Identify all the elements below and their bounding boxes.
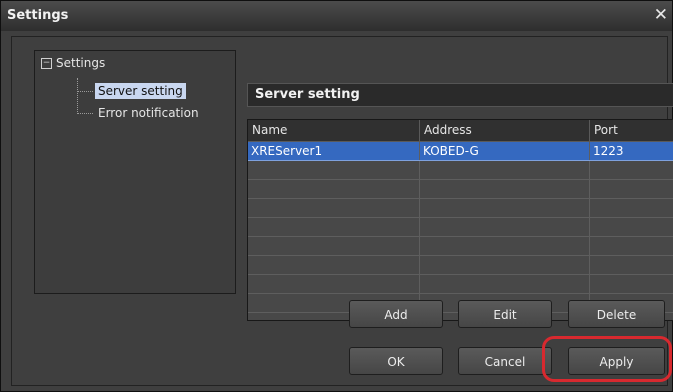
apply-highlight-ring: [542, 336, 672, 382]
cancel-button[interactable]: Cancel: [458, 347, 552, 375]
cell-port: 1223: [593, 144, 624, 158]
table-row[interactable]: [248, 256, 673, 275]
table-row[interactable]: XREServer1 KOBED-G 1223: [248, 142, 673, 161]
table-row[interactable]: [248, 218, 673, 237]
tree-item-error-notification[interactable]: Error notification: [98, 106, 199, 120]
dialog-body: − Settings Server setting Error notificat…: [11, 36, 673, 386]
settings-dialog: Settings ✕ − Settings Server setting Erro…: [0, 0, 673, 392]
edit-button[interactable]: Edit: [458, 300, 552, 328]
tree-root[interactable]: − Settings: [41, 56, 105, 70]
delete-button[interactable]: Delete: [568, 300, 665, 328]
tree-connector: [77, 91, 93, 92]
table-row[interactable]: [248, 161, 673, 180]
column-header-port[interactable]: Port: [590, 120, 673, 141]
title-bar: Settings ✕: [1, 1, 672, 31]
cell-name: XREServer1: [248, 142, 420, 160]
close-icon[interactable]: ✕: [654, 5, 668, 25]
table-row[interactable]: [248, 199, 673, 218]
add-button[interactable]: Add: [349, 300, 443, 328]
table-row[interactable]: [248, 237, 673, 256]
tree-root-label: Settings: [56, 56, 106, 70]
window-title: Settings: [7, 8, 69, 23]
tree-item-server-setting[interactable]: Server setting: [95, 83, 186, 99]
section-title: Server setting: [255, 87, 360, 102]
ok-button[interactable]: OK: [349, 347, 443, 375]
collapse-icon[interactable]: −: [41, 58, 52, 69]
section-header: Server setting: [247, 83, 673, 107]
column-header-address[interactable]: Address: [420, 120, 590, 141]
tree-connector: [77, 113, 93, 114]
settings-tree: − Settings Server setting Error notificat…: [34, 50, 236, 294]
cell-address: KOBED-G: [420, 142, 590, 160]
table-header: Name Address Port: [248, 120, 673, 142]
server-table: Name Address Port XREServer1 KOBED-G 122…: [247, 119, 673, 321]
column-header-name[interactable]: Name: [248, 120, 420, 141]
table-row[interactable]: [248, 275, 673, 294]
tree-connector: [77, 78, 78, 114]
table-row[interactable]: [248, 180, 673, 199]
